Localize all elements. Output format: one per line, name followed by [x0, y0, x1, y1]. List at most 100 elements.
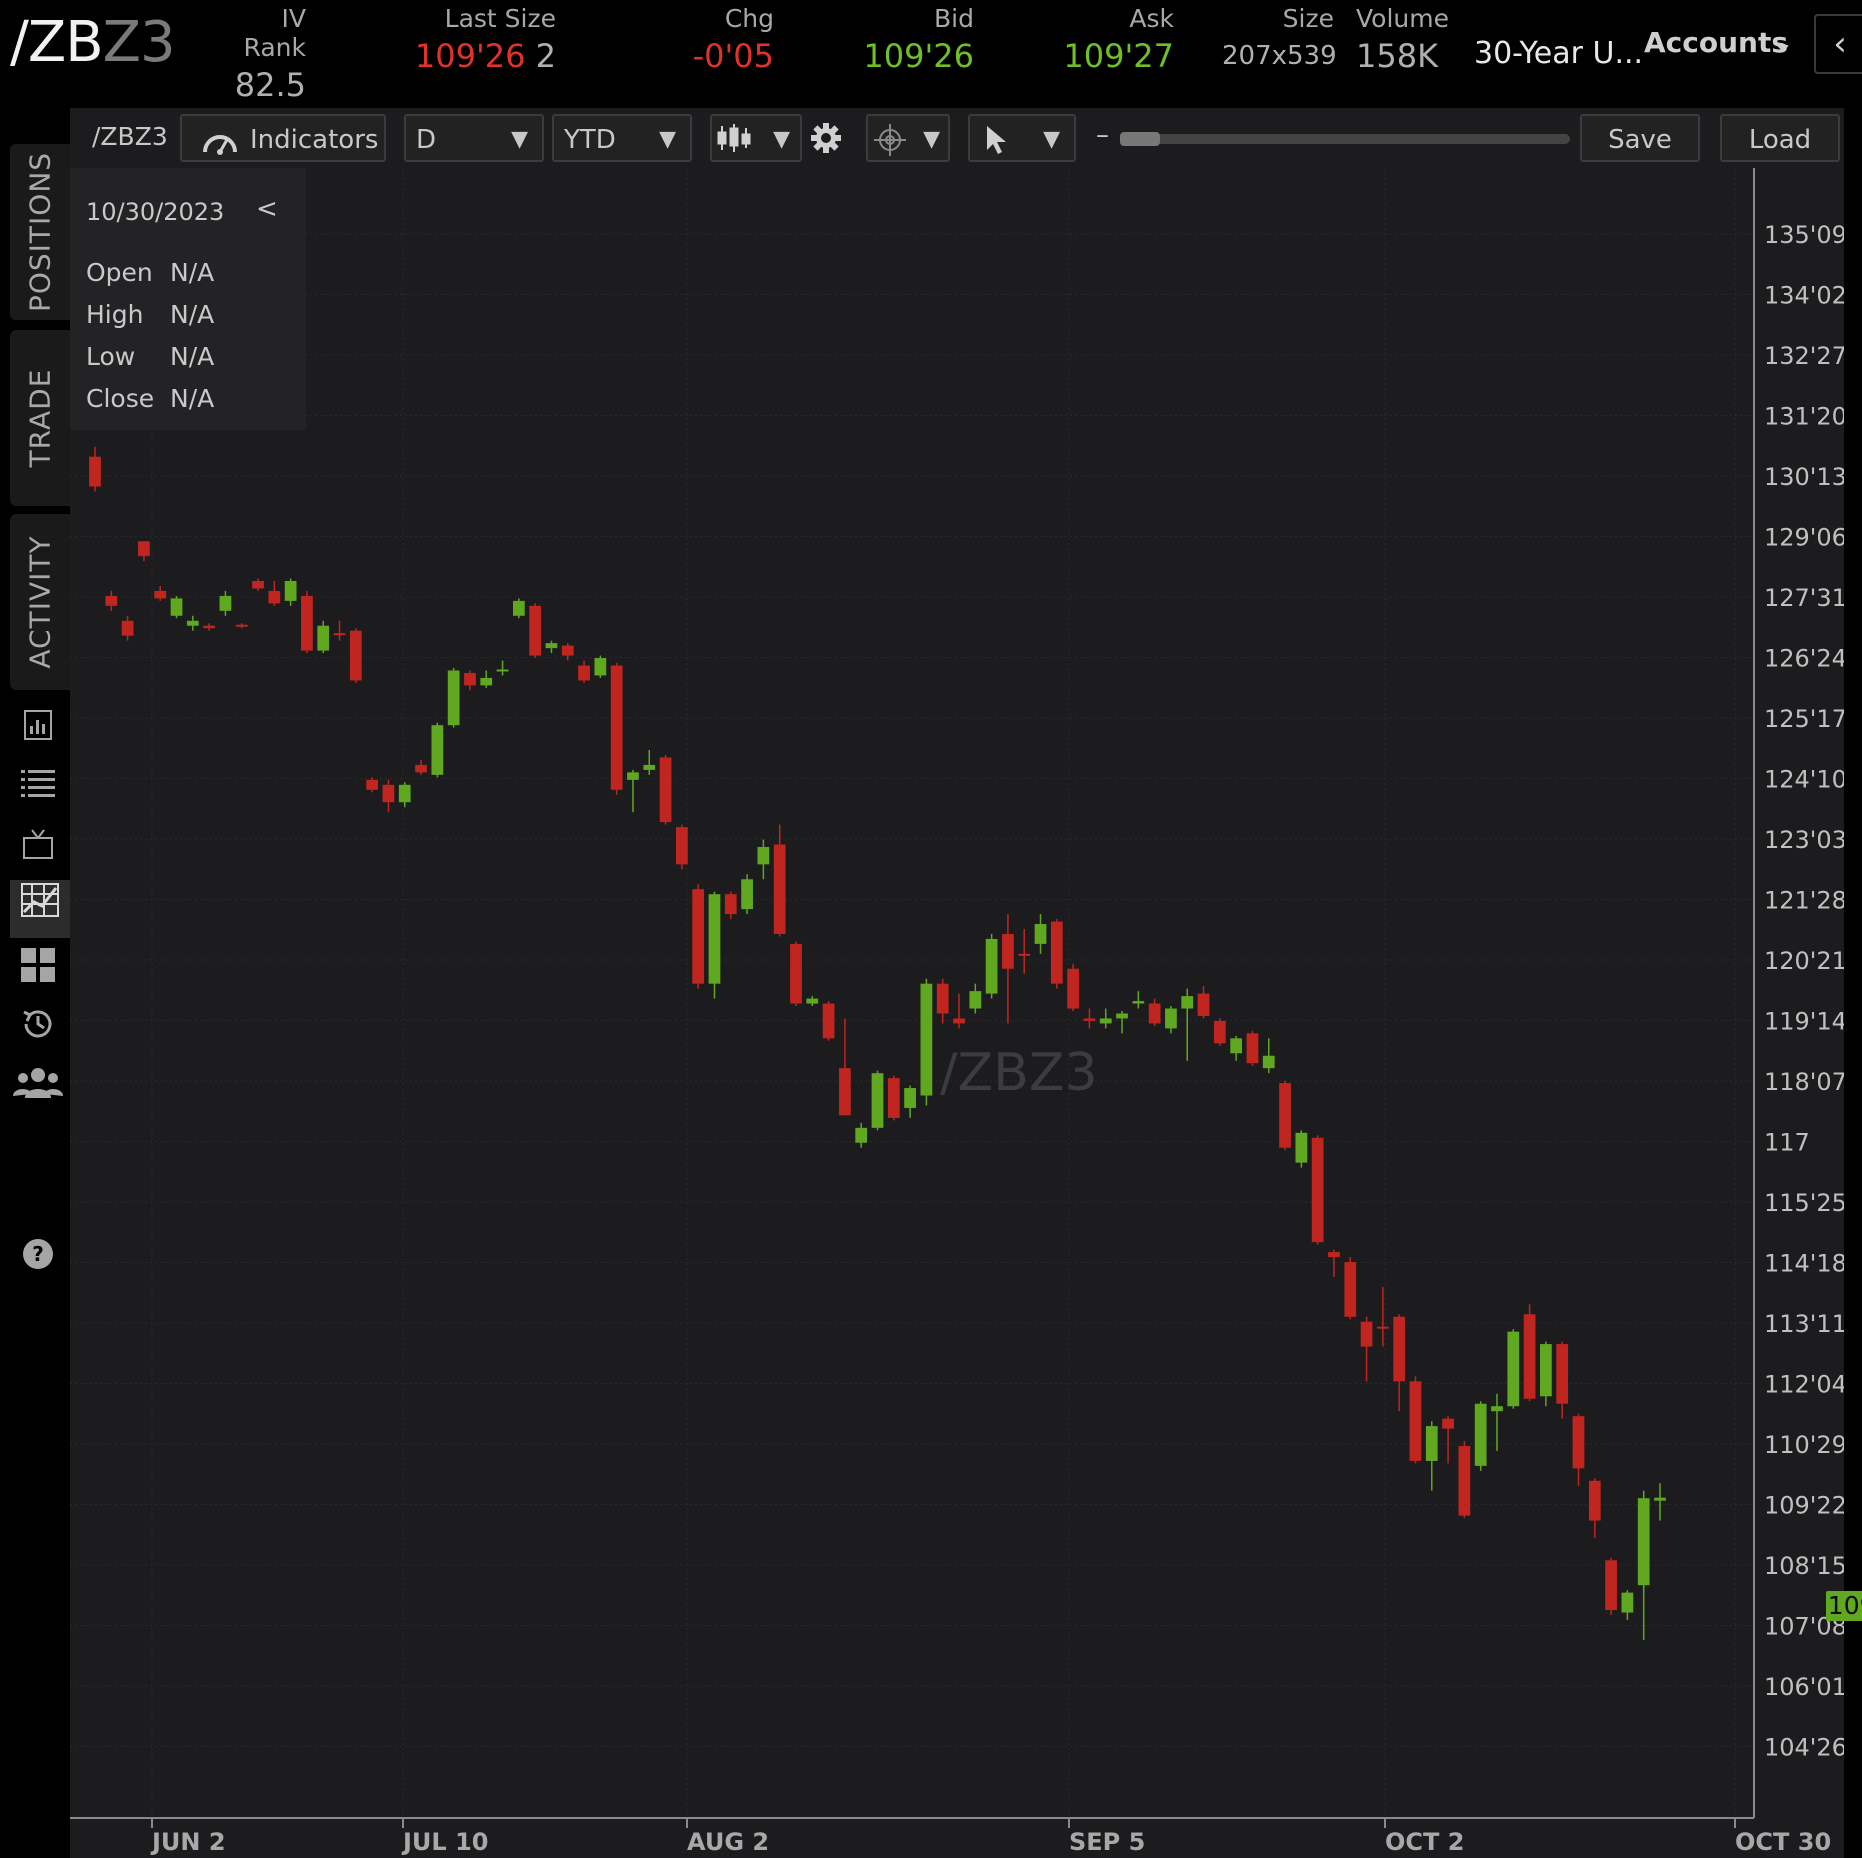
candle-body: [317, 625, 330, 651]
candle-body: [512, 600, 525, 616]
candle-body: [1067, 968, 1079, 1009]
candle: [953, 993, 965, 1029]
chevron-down-icon: ▼: [923, 127, 940, 152]
tab-trade[interactable]: TRADE: [10, 330, 70, 506]
collapse-panel-button[interactable]: ‹: [1814, 14, 1862, 74]
indicators-button[interactable]: Indicators: [180, 114, 386, 162]
candle-body: [1458, 1445, 1471, 1516]
candle-body: [545, 643, 558, 649]
candle: [447, 667, 460, 728]
candle: [1067, 963, 1079, 1012]
candle: [985, 933, 998, 999]
zoom-out-button[interactable]: –: [1096, 120, 1109, 150]
candle-body: [1442, 1418, 1454, 1429]
candle-body: [969, 991, 982, 1009]
crosshair-select[interactable]: ▼: [866, 114, 950, 162]
quote-header: /ZBZ3 IV Rank 82.5 Last Size 109'26 2 Ch…: [0, 0, 1862, 108]
range-select[interactable]: YTD ▼: [552, 114, 692, 162]
candle: [855, 1122, 868, 1148]
save-button[interactable]: Save: [1580, 114, 1700, 162]
candle: [1116, 1011, 1128, 1034]
candle: [464, 670, 476, 691]
zoom-slider[interactable]: [1120, 132, 1570, 146]
candle-body: [741, 879, 753, 910]
candle-body: [284, 580, 297, 601]
chart-icon[interactable]: [10, 880, 70, 938]
x-tick-label: SEP 5: [1069, 1828, 1145, 1856]
candle-body: [447, 670, 460, 726]
candle: [301, 590, 313, 654]
candle: [203, 623, 215, 631]
candle-body: [1002, 933, 1014, 969]
candle: [1083, 1008, 1096, 1029]
x-tick-label: JUL 10: [401, 1828, 488, 1856]
zoom-slider-handle[interactable]: [1120, 132, 1160, 146]
ohlc-info-panel: 10/30/2023 < Open N/A High N/A Low N/A Clos…: [70, 168, 306, 430]
candle: [105, 590, 118, 611]
candle: [1588, 1478, 1601, 1538]
candle: [1002, 914, 1014, 1024]
y-tick-label: 135'09: [1764, 221, 1844, 249]
help-icon[interactable]: ?: [18, 1238, 58, 1278]
chevron-down-icon: ▼: [773, 127, 790, 152]
candle-body: [1328, 1252, 1340, 1258]
candle: [154, 585, 167, 601]
period-select[interactable]: D ▼: [404, 114, 544, 162]
candle: [1197, 986, 1210, 1019]
candle-body: [1605, 1560, 1617, 1611]
price-chart[interactable]: 135'09 134'02 132'27 131'20 130'13 129'06 127'…: [70, 108, 1844, 1858]
y-tick-label: 110'29: [1764, 1431, 1844, 1459]
chevron-down-icon: ▼: [1043, 127, 1060, 152]
candle: [887, 1075, 900, 1121]
candle-body: [1311, 1137, 1324, 1243]
y-tick-label: 118'07: [1764, 1068, 1844, 1096]
candle-body: [1262, 1055, 1275, 1069]
cursor-select[interactable]: ▼: [968, 114, 1076, 162]
last-size: Last Size 109'26 2: [414, 4, 556, 75]
candle-body: [1474, 1403, 1487, 1466]
candle: [806, 996, 819, 1007]
candle-body: [806, 998, 819, 1004]
dashboard-icon[interactable]: [18, 708, 58, 748]
gear-icon[interactable]: [810, 122, 842, 158]
history-icon[interactable]: [18, 1006, 58, 1046]
candle: [1099, 1008, 1112, 1029]
candle-body: [1409, 1381, 1422, 1461]
candle-body: [1654, 1497, 1666, 1501]
candle-body: [121, 620, 134, 636]
candle-body: [89, 456, 101, 487]
candle: [1213, 1018, 1226, 1046]
candle: [692, 884, 705, 989]
candle-body: [757, 846, 770, 865]
candle-body: [1360, 1321, 1373, 1347]
bid: Bid 109'26: [863, 4, 974, 75]
candle-body: [1197, 993, 1210, 1016]
candle: [936, 978, 949, 1024]
collapse-info-button[interactable]: <: [256, 194, 278, 224]
candle: [1425, 1421, 1438, 1491]
candle: [235, 623, 248, 629]
tab-activity[interactable]: ACTIVITY: [10, 514, 70, 690]
chart-style-select[interactable]: ▼: [710, 114, 802, 162]
community-icon[interactable]: [10, 1066, 66, 1106]
candle: [1491, 1393, 1503, 1451]
accounts-dropdown[interactable]: Accounts: [1644, 26, 1788, 59]
candle: [676, 824, 688, 870]
watchlist-icon[interactable]: [18, 768, 58, 808]
candle: [1018, 928, 1031, 974]
chevron-down-icon[interactable]: ⌄: [1772, 28, 1794, 58]
candle-body: [1393, 1316, 1406, 1382]
candle: [252, 578, 264, 591]
candle: [969, 983, 982, 1014]
load-button[interactable]: Load: [1720, 114, 1840, 162]
y-tick-label: 104'26: [1764, 1734, 1844, 1762]
candle: [480, 670, 493, 688]
candle-body: [708, 894, 721, 984]
candle: [366, 777, 379, 793]
candle: [333, 620, 346, 641]
candle-body: [203, 625, 215, 629]
grid-icon[interactable]: [18, 948, 58, 988]
left-sidebar: POSITIONS TRADE ACTIVITY ?: [0, 108, 70, 1858]
tv-icon[interactable]: [18, 828, 58, 868]
tab-positions[interactable]: POSITIONS: [10, 144, 70, 320]
